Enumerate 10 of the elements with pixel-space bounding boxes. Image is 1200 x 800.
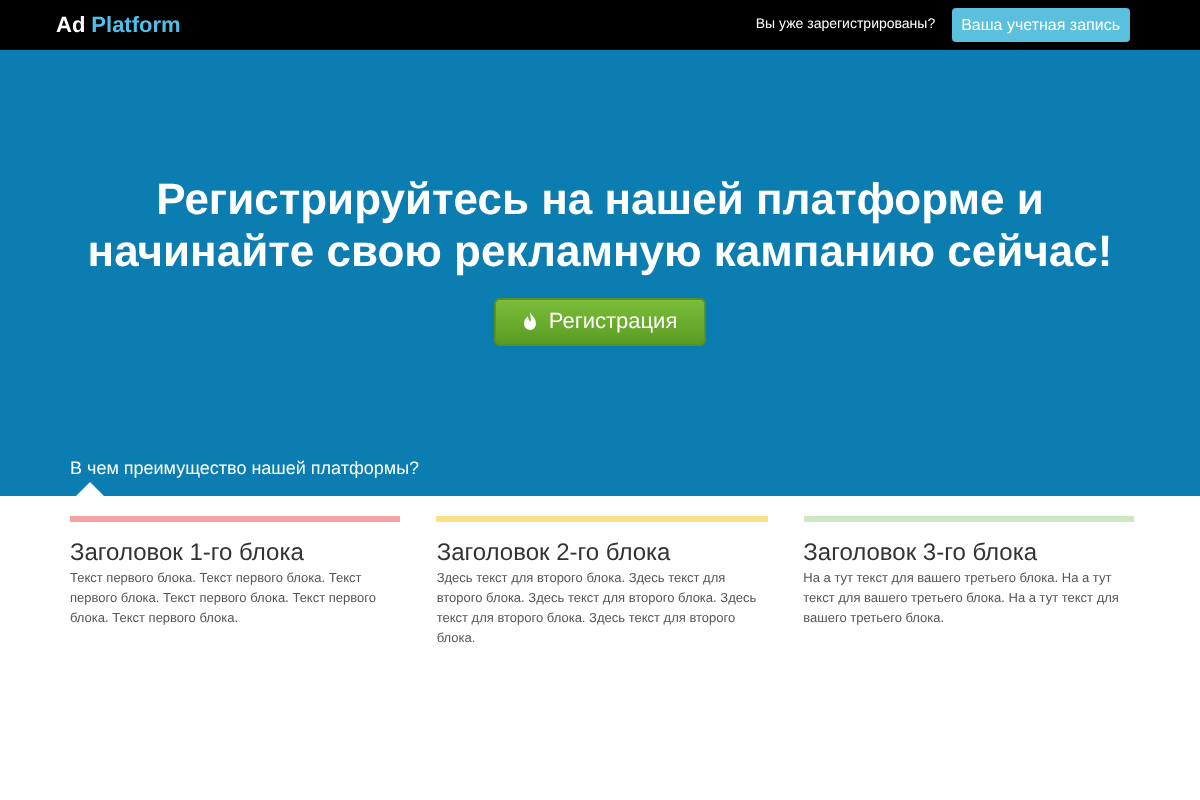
block-title: Заголовок 1-го блока [70,538,306,566]
hero-headline: Регистрируйтесь на нашей платформе и начинайте свою рекламную кампанию сейчас! [85,174,1115,278]
block-title: Заголовок 2-го блока [436,538,673,566]
brand-logo: Ad Platform [56,13,181,37]
section-heading: В чем преимущество нашей платформы? [70,458,420,478]
account-button[interactable]: Ваша учетная запись [951,8,1130,42]
flame-icon [522,312,539,332]
block-title: Заголовок 3-го блока [803,538,1040,566]
pointer-triangle [76,482,104,496]
register-button[interactable]: Регистрация [494,298,706,346]
